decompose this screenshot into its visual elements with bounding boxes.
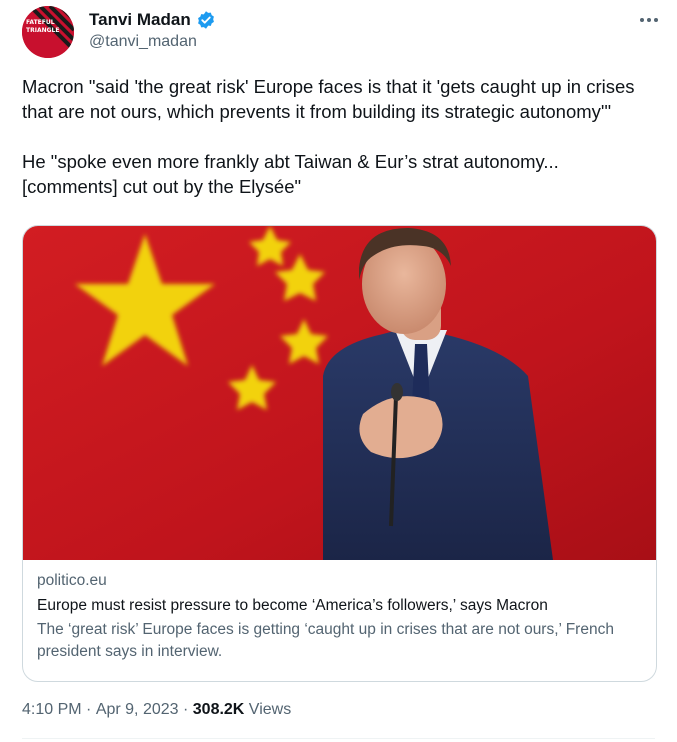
card-title[interactable]: Europe must resist pressure to become ‘A… xyxy=(37,595,642,617)
more-dot-icon xyxy=(640,18,644,22)
meta-separator: · xyxy=(178,701,193,718)
divider xyxy=(22,738,655,739)
author-handle[interactable]: @tanvi_madan xyxy=(89,33,197,51)
tweet-text: Macron "said 'the great risk' Europe fac… xyxy=(22,74,652,199)
tweet-meta: 4:10 PM · Apr 9, 2023 · 308.2K Views xyxy=(22,701,291,719)
views-label: Views xyxy=(244,701,292,718)
card-image[interactable] xyxy=(23,226,656,560)
meta-separator: · xyxy=(81,701,96,718)
card-meta: politico.eu Europe must resist pressure … xyxy=(23,560,656,673)
author-display-name[interactable]: Tanvi Madan xyxy=(89,10,191,30)
tweet-paragraph: He "spoke even more frankly abt Taiwan &… xyxy=(22,151,559,197)
more-dot-icon xyxy=(654,18,658,22)
avatar-image: FATEFUL TRIANGLE xyxy=(22,6,74,58)
more-dot-icon xyxy=(647,18,651,22)
tweet-paragraph: Macron "said 'the great risk' Europe fac… xyxy=(22,76,635,122)
tweet: FATEFUL TRIANGLE Tanvi Madan @tanvi_mada… xyxy=(0,0,677,742)
avatar-text-line1: FATEFUL xyxy=(26,19,55,26)
more-options-icon[interactable] xyxy=(636,10,662,30)
avatar-text-line2: TRIANGLE xyxy=(26,27,59,34)
views-count: 308.2K xyxy=(192,701,245,718)
avatar[interactable]: FATEFUL TRIANGLE xyxy=(22,6,74,58)
tweet-date[interactable]: Apr 9, 2023 xyxy=(96,701,179,719)
author-name-row[interactable]: Tanvi Madan xyxy=(89,10,216,30)
verified-badge-icon xyxy=(197,11,214,29)
card-description: The ‘great risk’ Europe faces is getting… xyxy=(37,621,614,660)
tweet-time[interactable]: 4:10 PM xyxy=(22,701,82,719)
card-domain[interactable]: politico.eu xyxy=(37,570,642,592)
link-preview-card[interactable]: politico.eu Europe must resist pressure … xyxy=(22,225,657,682)
